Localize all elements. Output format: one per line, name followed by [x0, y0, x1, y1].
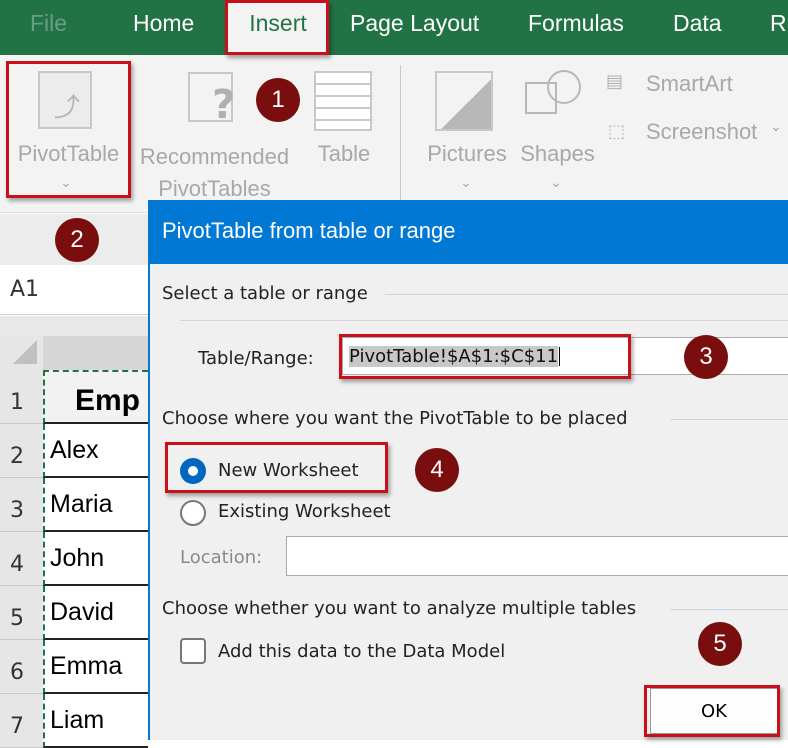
cell[interactable]: David — [43, 586, 148, 640]
chevron-down-icon[interactable]: ⌄ — [770, 119, 782, 135]
highlight-pivottable-button — [6, 61, 131, 198]
divider — [385, 294, 788, 295]
section-select-range: Select a table or range — [162, 283, 368, 304]
select-all-corner[interactable] — [0, 336, 43, 370]
section-multiple-tables: Choose whether you want to analyze multi… — [162, 598, 637, 619]
screenshot-button[interactable]: Screenshot — [646, 119, 757, 145]
shapes-icon — [525, 70, 585, 130]
row-header[interactable]: 6 — [0, 640, 43, 694]
chevron-down-icon[interactable]: ⌄ — [550, 175, 562, 191]
smartart-button[interactable]: SmartArt — [646, 71, 733, 97]
existing-worksheet-radio[interactable] — [180, 500, 206, 526]
chevron-down-icon[interactable]: ⌄ — [460, 175, 472, 191]
location-label: Location: — [180, 547, 263, 568]
tab-data[interactable]: Data — [673, 10, 722, 37]
recommended-label-1: Recommended — [139, 144, 290, 169]
cell[interactable]: Alex — [43, 424, 148, 478]
pictures-button[interactable]: Pictures — [422, 141, 512, 167]
tab-file[interactable]: File — [30, 10, 67, 37]
section-placement: Choose where you want the PivotTable to … — [162, 408, 628, 429]
step-badge-1: 1 — [256, 78, 300, 122]
screenshot-icon: ⬚ — [608, 121, 626, 142]
highlight-insert-tab — [225, 0, 329, 55]
tab-page-layout[interactable]: Page Layout — [350, 10, 479, 37]
divider — [670, 419, 788, 420]
tab-review[interactable]: R — [770, 10, 787, 37]
ribbon-tab-bar: File Home Insert Page Layout Formulas Da… — [0, 0, 788, 55]
pictures-icon — [435, 71, 493, 131]
cell-a1[interactable]: Emp — [43, 370, 148, 424]
cell[interactable]: Emma — [43, 640, 148, 694]
data-model-checkbox[interactable] — [180, 638, 206, 664]
step-badge-2: 2 — [55, 218, 99, 262]
row-header[interactable]: 2 — [0, 424, 43, 478]
step-badge-4: 4 — [415, 448, 459, 492]
recommended-pivottables-button[interactable]: Recommended PivotTables — [132, 141, 297, 205]
existing-worksheet-label[interactable]: Existing Worksheet — [218, 501, 391, 522]
recommended-pivottables-icon: ? — [188, 72, 235, 128]
highlight-new-worksheet — [165, 442, 388, 493]
highlight-ok-button — [644, 685, 780, 737]
divider — [180, 320, 788, 321]
tab-formulas[interactable]: Formulas — [528, 10, 624, 37]
table-range-label: Table/Range: — [198, 348, 314, 369]
tab-home[interactable]: Home — [133, 10, 194, 37]
cell[interactable]: Maria — [43, 478, 148, 532]
row-header[interactable]: 5 — [0, 586, 43, 640]
column-header-a[interactable] — [43, 336, 148, 370]
shapes-button[interactable]: Shapes — [515, 141, 600, 167]
cell[interactable]: John — [43, 532, 148, 586]
divider — [670, 609, 788, 610]
name-box[interactable]: A1 — [0, 265, 148, 315]
dialog-title: PivotTable from table or range — [150, 200, 788, 264]
table-button[interactable]: Table — [308, 141, 380, 167]
row-header[interactable]: 4 — [0, 532, 43, 586]
row-header[interactable]: 3 — [0, 478, 43, 532]
location-input[interactable] — [286, 536, 788, 576]
table-icon — [314, 71, 372, 131]
step-badge-3: 3 — [684, 335, 728, 379]
step-badge-5: 5 — [698, 622, 742, 666]
highlight-range-input — [339, 334, 631, 379]
recommended-label-2: PivotTables — [158, 176, 271, 201]
data-model-label[interactable]: Add this data to the Data Model — [218, 641, 505, 662]
row-header[interactable]: 1 — [0, 370, 43, 424]
smartart-icon: ▤ — [606, 71, 624, 92]
group-divider — [400, 65, 401, 205]
